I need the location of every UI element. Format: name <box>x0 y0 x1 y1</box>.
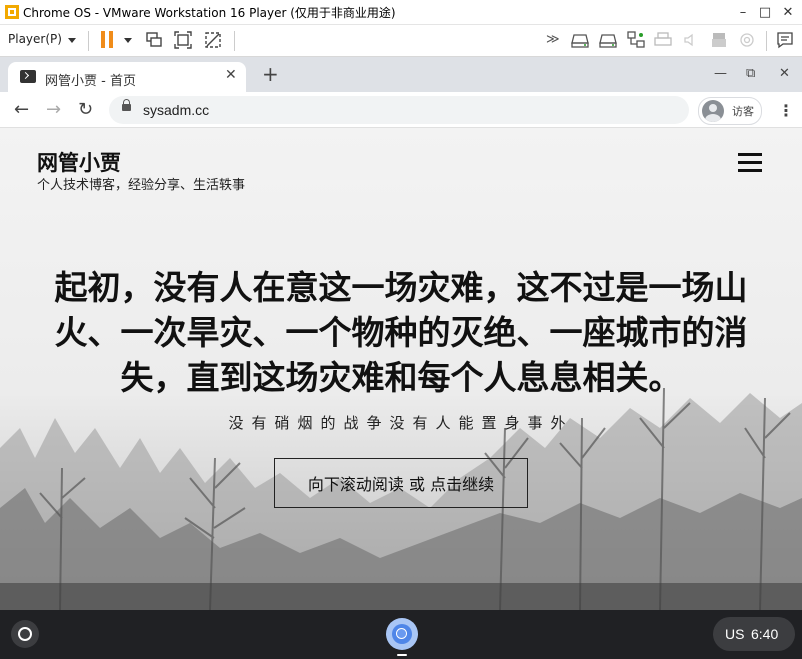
address-bar-row: ← → ↻ sysadm.cc 访客 ⋮ <box>0 92 802 128</box>
guest-avatar-icon <box>702 100 724 122</box>
pause-icon-bar <box>109 31 113 48</box>
input-method-indicator: US <box>725 626 745 642</box>
hamburger-menu-icon[interactable] <box>738 153 762 173</box>
fit-guest-icon[interactable] <box>173 30 193 50</box>
launcher-button[interactable] <box>11 620 39 648</box>
running-indicator <box>397 654 407 656</box>
vmware-toolbar: Player(P) ≫ <box>0 25 802 57</box>
chrome-menu-icon[interactable]: ⋮ <box>778 101 794 120</box>
tab-title: 网管小贾 - 首页 <box>45 74 136 89</box>
tab-close-icon[interactable]: ✕ <box>225 67 237 83</box>
hdd-icon-2[interactable] <box>598 30 618 50</box>
hero-headline: 起初，没有人在意这一场灾难，这不过是一场山火、一次旱灾、一个物种的灭绝、一座城市… <box>54 268 748 397</box>
site-subtitle: 个人技术博客，经验分享、生活轶事 <box>37 178 246 193</box>
site-title[interactable]: 网管小贾 <box>37 147 121 177</box>
lock-icon[interactable] <box>122 99 131 111</box>
vmware-title-bar: Chrome OS - VMware Workstation 16 Player… <box>0 0 802 25</box>
chrome-minimize-button[interactable]: — <box>714 66 727 81</box>
player-menu[interactable]: Player(P) <box>8 32 62 46</box>
url-bar[interactable]: sysadm.cc <box>109 96 689 124</box>
new-tab-button[interactable]: + <box>262 62 279 86</box>
tab-home[interactable]: 网管小贾 - 首页 ✕ <box>8 62 246 92</box>
window-title: Chrome OS - VMware Workstation 16 Player… <box>23 6 396 20</box>
unity-icon[interactable] <box>203 30 223 50</box>
chrome-restore-button[interactable]: ⧉ <box>746 66 755 81</box>
web-page: 网管小贾 个人技术博客，经验分享、生活轶事 起初，没有人在意这一场灾难，这不过是… <box>0 128 802 610</box>
network-icon[interactable] <box>626 30 646 50</box>
toolbar-divider <box>766 31 767 51</box>
url-text[interactable]: sysadm.cc <box>143 102 209 118</box>
profile-label: 访客 <box>732 105 754 118</box>
reload-button[interactable]: ↻ <box>78 99 93 120</box>
forward-button[interactable]: → <box>46 99 61 120</box>
status-tray[interactable]: US 6:40 <box>713 617 795 651</box>
chrome-close-button[interactable]: ✕ <box>779 66 790 81</box>
message-icon[interactable] <box>775 30 795 50</box>
pause-icon <box>101 31 105 48</box>
hero-subline: 没有硝烟的战争没有人能置身事外 <box>228 414 574 432</box>
sound-icon[interactable] <box>681 30 701 50</box>
hdd-icon[interactable] <box>570 30 590 50</box>
chrome-tab-strip: 网管小贾 - 首页 ✕ <box>0 57 802 92</box>
profile-button[interactable]: 访客 <box>698 97 762 125</box>
toolbar-divider <box>88 31 89 51</box>
chromeos-shelf: US 6:40 <box>0 610 802 659</box>
printer-icon[interactable] <box>653 30 673 50</box>
clock: 6:40 <box>751 626 779 642</box>
chevron-down-icon[interactable] <box>68 38 76 43</box>
camera-icon[interactable] <box>737 30 757 50</box>
pause-button[interactable] <box>98 25 118 56</box>
chrome-app-icon[interactable] <box>386 618 418 650</box>
send-ctrl-alt-del-icon[interactable] <box>144 30 164 50</box>
pause-dropdown-icon[interactable] <box>124 38 132 43</box>
scroll-continue-button[interactable]: 向下滚动阅读 或 点击继续 <box>274 458 528 508</box>
back-button[interactable]: ← <box>14 99 29 120</box>
vmware-logo-icon <box>5 5 19 19</box>
usb-icon[interactable] <box>709 30 729 50</box>
terminal-favicon-icon <box>20 70 36 83</box>
close-button[interactable]: ✕ <box>775 0 801 24</box>
more-icon[interactable]: ≫ <box>546 32 560 47</box>
toolbar-divider <box>234 31 235 51</box>
